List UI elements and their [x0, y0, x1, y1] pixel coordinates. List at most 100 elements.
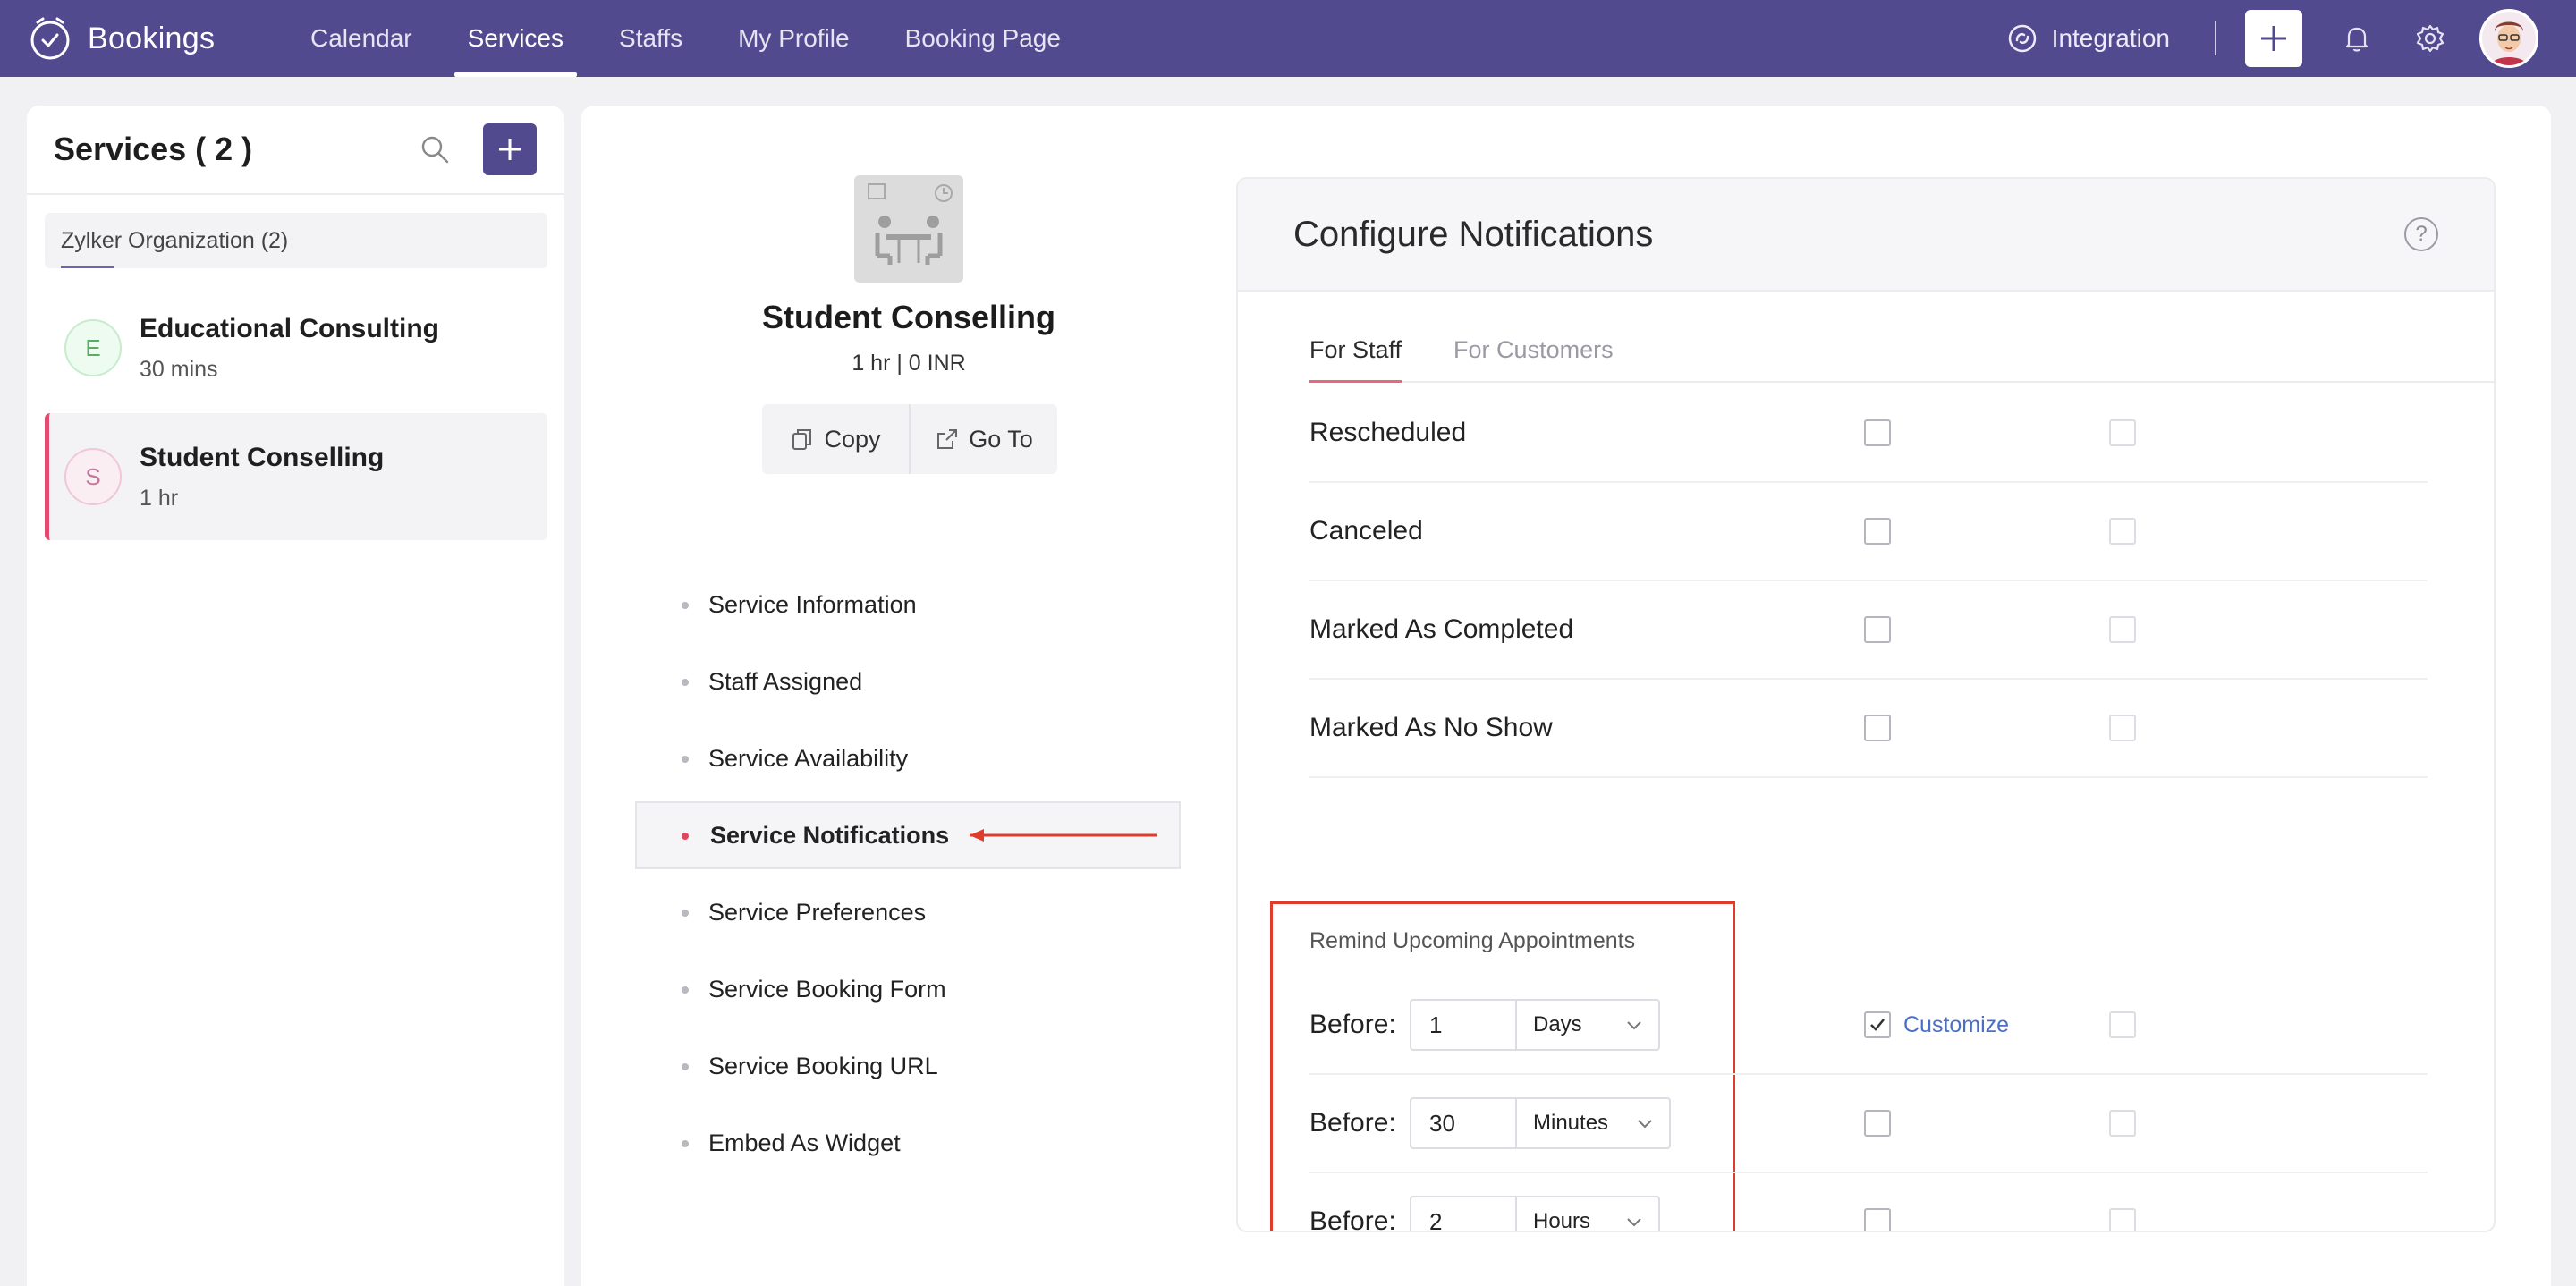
nav-calendar[interactable]: Calendar	[283, 0, 440, 77]
nav-staffs[interactable]: Staffs	[591, 0, 710, 77]
create-new-button[interactable]	[2245, 10, 2302, 67]
email-checkbox[interactable]	[1864, 419, 1891, 446]
event-label: Marked As Completed	[1309, 614, 1574, 644]
menu-service-preferences[interactable]: Service Preferences	[635, 878, 1181, 946]
sms-checkbox[interactable]	[2109, 1011, 2136, 1038]
service-title: Student Conselling	[762, 299, 1055, 335]
meeting-illustration-icon	[868, 183, 953, 265]
service-actions: Copy Go To	[762, 404, 1057, 474]
event-label: Rescheduled	[1309, 418, 1467, 447]
reminder-row: Before: 30 Minutes	[1309, 1075, 2428, 1173]
service-meta: 1 hr | 0 INR	[852, 351, 966, 376]
service-duration: 1 hr	[140, 485, 179, 511]
sms-checkbox[interactable]	[2109, 616, 2136, 643]
email-checkbox[interactable]	[1864, 1208, 1891, 1231]
org-filter[interactable]: Zylker Organization (2)	[45, 213, 547, 268]
email-checkbox[interactable]	[1864, 518, 1891, 545]
event-label: Marked As No Show	[1309, 713, 1553, 742]
email-checkbox-checked[interactable]	[1864, 1011, 1891, 1038]
bookings-logo-icon	[30, 17, 70, 60]
service-list-item[interactable]: E Educational Consulting 30 mins	[45, 284, 547, 411]
menu-label: Service Notifications	[710, 821, 950, 849]
tab-for-customers[interactable]: For Customers	[1453, 311, 1614, 381]
reminder-unit-select[interactable]: Days	[1517, 999, 1660, 1051]
service-list-item-selected[interactable]: S Student Conselling 1 hr	[45, 413, 547, 540]
unit-value: Days	[1533, 1012, 1582, 1036]
sms-checkbox[interactable]	[2109, 419, 2136, 446]
service-initial-badge: E	[64, 319, 122, 376]
menu-service-booking-form[interactable]: Service Booking Form	[635, 955, 1181, 1023]
external-link-icon	[937, 429, 958, 449]
notification-row: Marked As No Show	[1309, 680, 2428, 778]
copy-label: Copy	[824, 425, 881, 453]
services-title: Services ( 2 )	[54, 131, 253, 167]
copy-button[interactable]: Copy	[762, 404, 909, 474]
service-name: Student Conselling	[140, 442, 385, 472]
brand[interactable]: Bookings	[27, 15, 268, 62]
notification-row: Rescheduled	[1309, 385, 2428, 483]
sms-checkbox[interactable]	[2109, 1110, 2136, 1137]
notifications-button[interactable]	[2338, 20, 2376, 57]
settings-button[interactable]	[2411, 20, 2449, 57]
menu-staff-assigned[interactable]: Staff Assigned	[635, 647, 1181, 715]
go-to-label: Go To	[969, 425, 1033, 453]
reminder-value-input[interactable]: 2	[1410, 1196, 1517, 1231]
menu-service-availability[interactable]: Service Availability	[635, 724, 1181, 792]
top-navigation-bar: Bookings Calendar Services Staffs My Pro…	[0, 0, 2576, 77]
copy-icon	[792, 429, 812, 450]
menu-service-notifications[interactable]: Service Notifications	[635, 801, 1181, 869]
nav-services[interactable]: Services	[440, 0, 591, 77]
bell-icon	[2345, 27, 2368, 52]
service-name: Educational Consulting	[140, 313, 439, 343]
avatar-image-icon	[2482, 12, 2536, 65]
configure-notifications-card: Configure Notifications ? For Staff For …	[1236, 177, 2496, 1232]
customize-link[interactable]: Customize	[1903, 1012, 2009, 1038]
plus-icon	[2261, 26, 2286, 51]
reminder-unit-select[interactable]: Hours	[1517, 1196, 1660, 1231]
sms-checkbox[interactable]	[2109, 518, 2136, 545]
sms-checkbox[interactable]	[2109, 715, 2136, 741]
chevron-down-icon	[1627, 1218, 1641, 1227]
email-checkbox[interactable]	[1864, 715, 1891, 741]
notifications-title: Configure Notifications	[1293, 214, 1654, 254]
annotation-arrow-icon	[970, 829, 1157, 842]
menu-embed-as-widget[interactable]: Embed As Widget	[635, 1109, 1181, 1177]
reminder-value-input[interactable]: 30	[1410, 1097, 1517, 1149]
email-checkbox[interactable]	[1864, 1110, 1891, 1137]
notification-row: Marked As Completed	[1309, 581, 2428, 680]
app-name: Bookings	[88, 21, 216, 55]
menu-service-information[interactable]: Service Information	[635, 571, 1181, 639]
chevron-down-icon	[1638, 1120, 1652, 1129]
main-nav: Calendar Services Staffs My Profile Book…	[283, 0, 1089, 77]
gear-icon	[2416, 24, 2445, 53]
integration-link[interactable]: Integration	[2007, 23, 2170, 54]
before-label: Before:	[1309, 1010, 1396, 1039]
notification-row: Canceled	[1309, 483, 2428, 581]
nav-booking-page[interactable]: Booking Page	[877, 0, 1089, 77]
help-icon[interactable]: ?	[2404, 217, 2438, 251]
reminder-row: Before: 2 Hours	[1309, 1173, 2428, 1232]
search-icon	[421, 136, 449, 164]
integration-label: Integration	[2051, 24, 2170, 52]
go-to-button[interactable]: Go To	[909, 404, 1057, 474]
service-thumbnail-image	[854, 175, 963, 283]
reminder-unit-select[interactable]: Minutes	[1517, 1097, 1671, 1149]
search-button[interactable]	[417, 131, 453, 167]
chevron-down-icon	[1627, 1021, 1641, 1030]
menu-service-booking-url[interactable]: Service Booking URL	[635, 1032, 1181, 1100]
plus-icon	[499, 139, 521, 160]
sms-checkbox[interactable]	[2109, 1208, 2136, 1231]
user-avatar[interactable]	[2479, 9, 2538, 68]
notification-tabs: For Staff For Customers	[1309, 311, 2494, 383]
service-settings-menu: Service Information Staff Assigned Servi…	[635, 571, 1181, 1186]
tab-for-staff[interactable]: For Staff	[1309, 311, 1402, 383]
email-checkbox[interactable]	[1864, 616, 1891, 643]
add-service-button[interactable]	[483, 123, 537, 175]
check-icon	[1870, 1019, 1885, 1031]
reminders-title: Remind Upcoming Appointments	[1309, 928, 1636, 953]
service-duration: 30 mins	[140, 356, 218, 382]
reminder-value-input[interactable]: 1	[1410, 999, 1517, 1051]
integration-icon	[2008, 24, 2036, 53]
before-label: Before:	[1309, 1206, 1396, 1232]
nav-my-profile[interactable]: My Profile	[710, 0, 877, 77]
